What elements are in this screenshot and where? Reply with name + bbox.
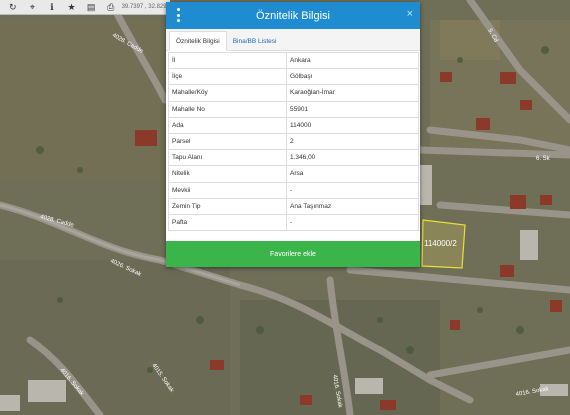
attribute-key: Ada	[168, 116, 287, 134]
attribute-value: 55901	[286, 100, 419, 118]
table-row: Tapu Alanı 1.346,00	[168, 149, 419, 167]
panel-title: Öznitelik Bilgisi	[256, 9, 330, 22]
tab-building-list[interactable]: Bina/BB Listesi	[227, 32, 283, 50]
attribute-value: Gölbaşı	[286, 68, 419, 86]
attribute-value: Arsa	[286, 165, 419, 183]
crosshair-icon[interactable]: ⌖	[26, 0, 40, 14]
attribute-value: Ana Taşınmaz	[286, 197, 419, 215]
attribute-value: 2	[286, 132, 419, 151]
attribute-table: İl Ankara İlçe Gölbaşı Mahalle/Köy Karaoğla…	[168, 51, 419, 232]
table-row: İlçe Gölbaşı	[168, 68, 419, 86]
attribute-key: Mahalle No	[168, 100, 287, 118]
road-label: 6. Sk	[536, 156, 551, 162]
attribute-key: İlçe	[168, 68, 287, 86]
attribute-key: Nitelik	[168, 165, 287, 183]
table-row: Parsel 2	[168, 132, 419, 151]
table-row: Mevkii -	[168, 181, 419, 199]
print-icon[interactable]: ⎙	[104, 0, 118, 14]
star-icon[interactable]: ★	[65, 0, 79, 14]
attribute-key: Tapu Alanı	[168, 149, 287, 167]
attribute-value: Ankara	[286, 51, 419, 70]
close-icon[interactable]: ×	[407, 9, 413, 20]
map-toolbar: ↻ ⌖ ℹ ★ ▤ ⎙ 39.7397 , 32.8293	[0, 0, 170, 15]
info-icon[interactable]: ℹ	[45, 0, 59, 14]
attribute-value: 114000	[286, 116, 419, 134]
attribute-key: İl	[168, 51, 287, 70]
attribute-key: Parsel	[168, 132, 287, 151]
attribute-value: -	[286, 213, 419, 232]
parcel-label: 114000/2	[424, 239, 457, 248]
attribute-key: Pafta	[168, 213, 287, 232]
table-row: Mahalle No 55901	[168, 100, 419, 118]
layers-icon[interactable]: ▤	[84, 0, 98, 14]
attribute-info-panel: Öznitelik Bilgisi × Öznitelik Bilgisi Bi…	[166, 2, 420, 267]
coordinate-readout: 39.7397 , 32.8293	[121, 4, 170, 10]
menu-icon[interactable]	[174, 8, 182, 22]
table-row: Zemin Tip Ana Taşınmaz	[168, 197, 419, 215]
attribute-key: Mahalle/Köy	[168, 84, 287, 102]
table-row: Pafta -	[168, 213, 419, 232]
attribute-key: Mevkii	[168, 181, 287, 199]
attribute-key: Zemin Tip	[168, 197, 287, 215]
table-row: Nitelik Arsa	[168, 165, 419, 183]
attribute-value: -	[286, 181, 419, 199]
refresh-icon[interactable]: ↻	[6, 0, 20, 14]
attribute-value: Karaoğlan-İmar	[286, 84, 419, 102]
panel-header: Öznitelik Bilgisi ×	[166, 2, 420, 29]
panel-tabs: Öznitelik Bilgisi Bina/BB Listesi	[166, 29, 420, 51]
table-row: Ada 114000	[168, 116, 419, 134]
table-row: İl Ankara	[168, 51, 419, 70]
attribute-value: 1.346,00	[286, 149, 419, 167]
add-to-favorites-button[interactable]: Favorilere ekle	[166, 241, 420, 267]
tab-attributes[interactable]: Öznitelik Bilgisi	[169, 31, 227, 51]
table-row: Mahalle/Köy Karaoğlan-İmar	[168, 84, 419, 102]
